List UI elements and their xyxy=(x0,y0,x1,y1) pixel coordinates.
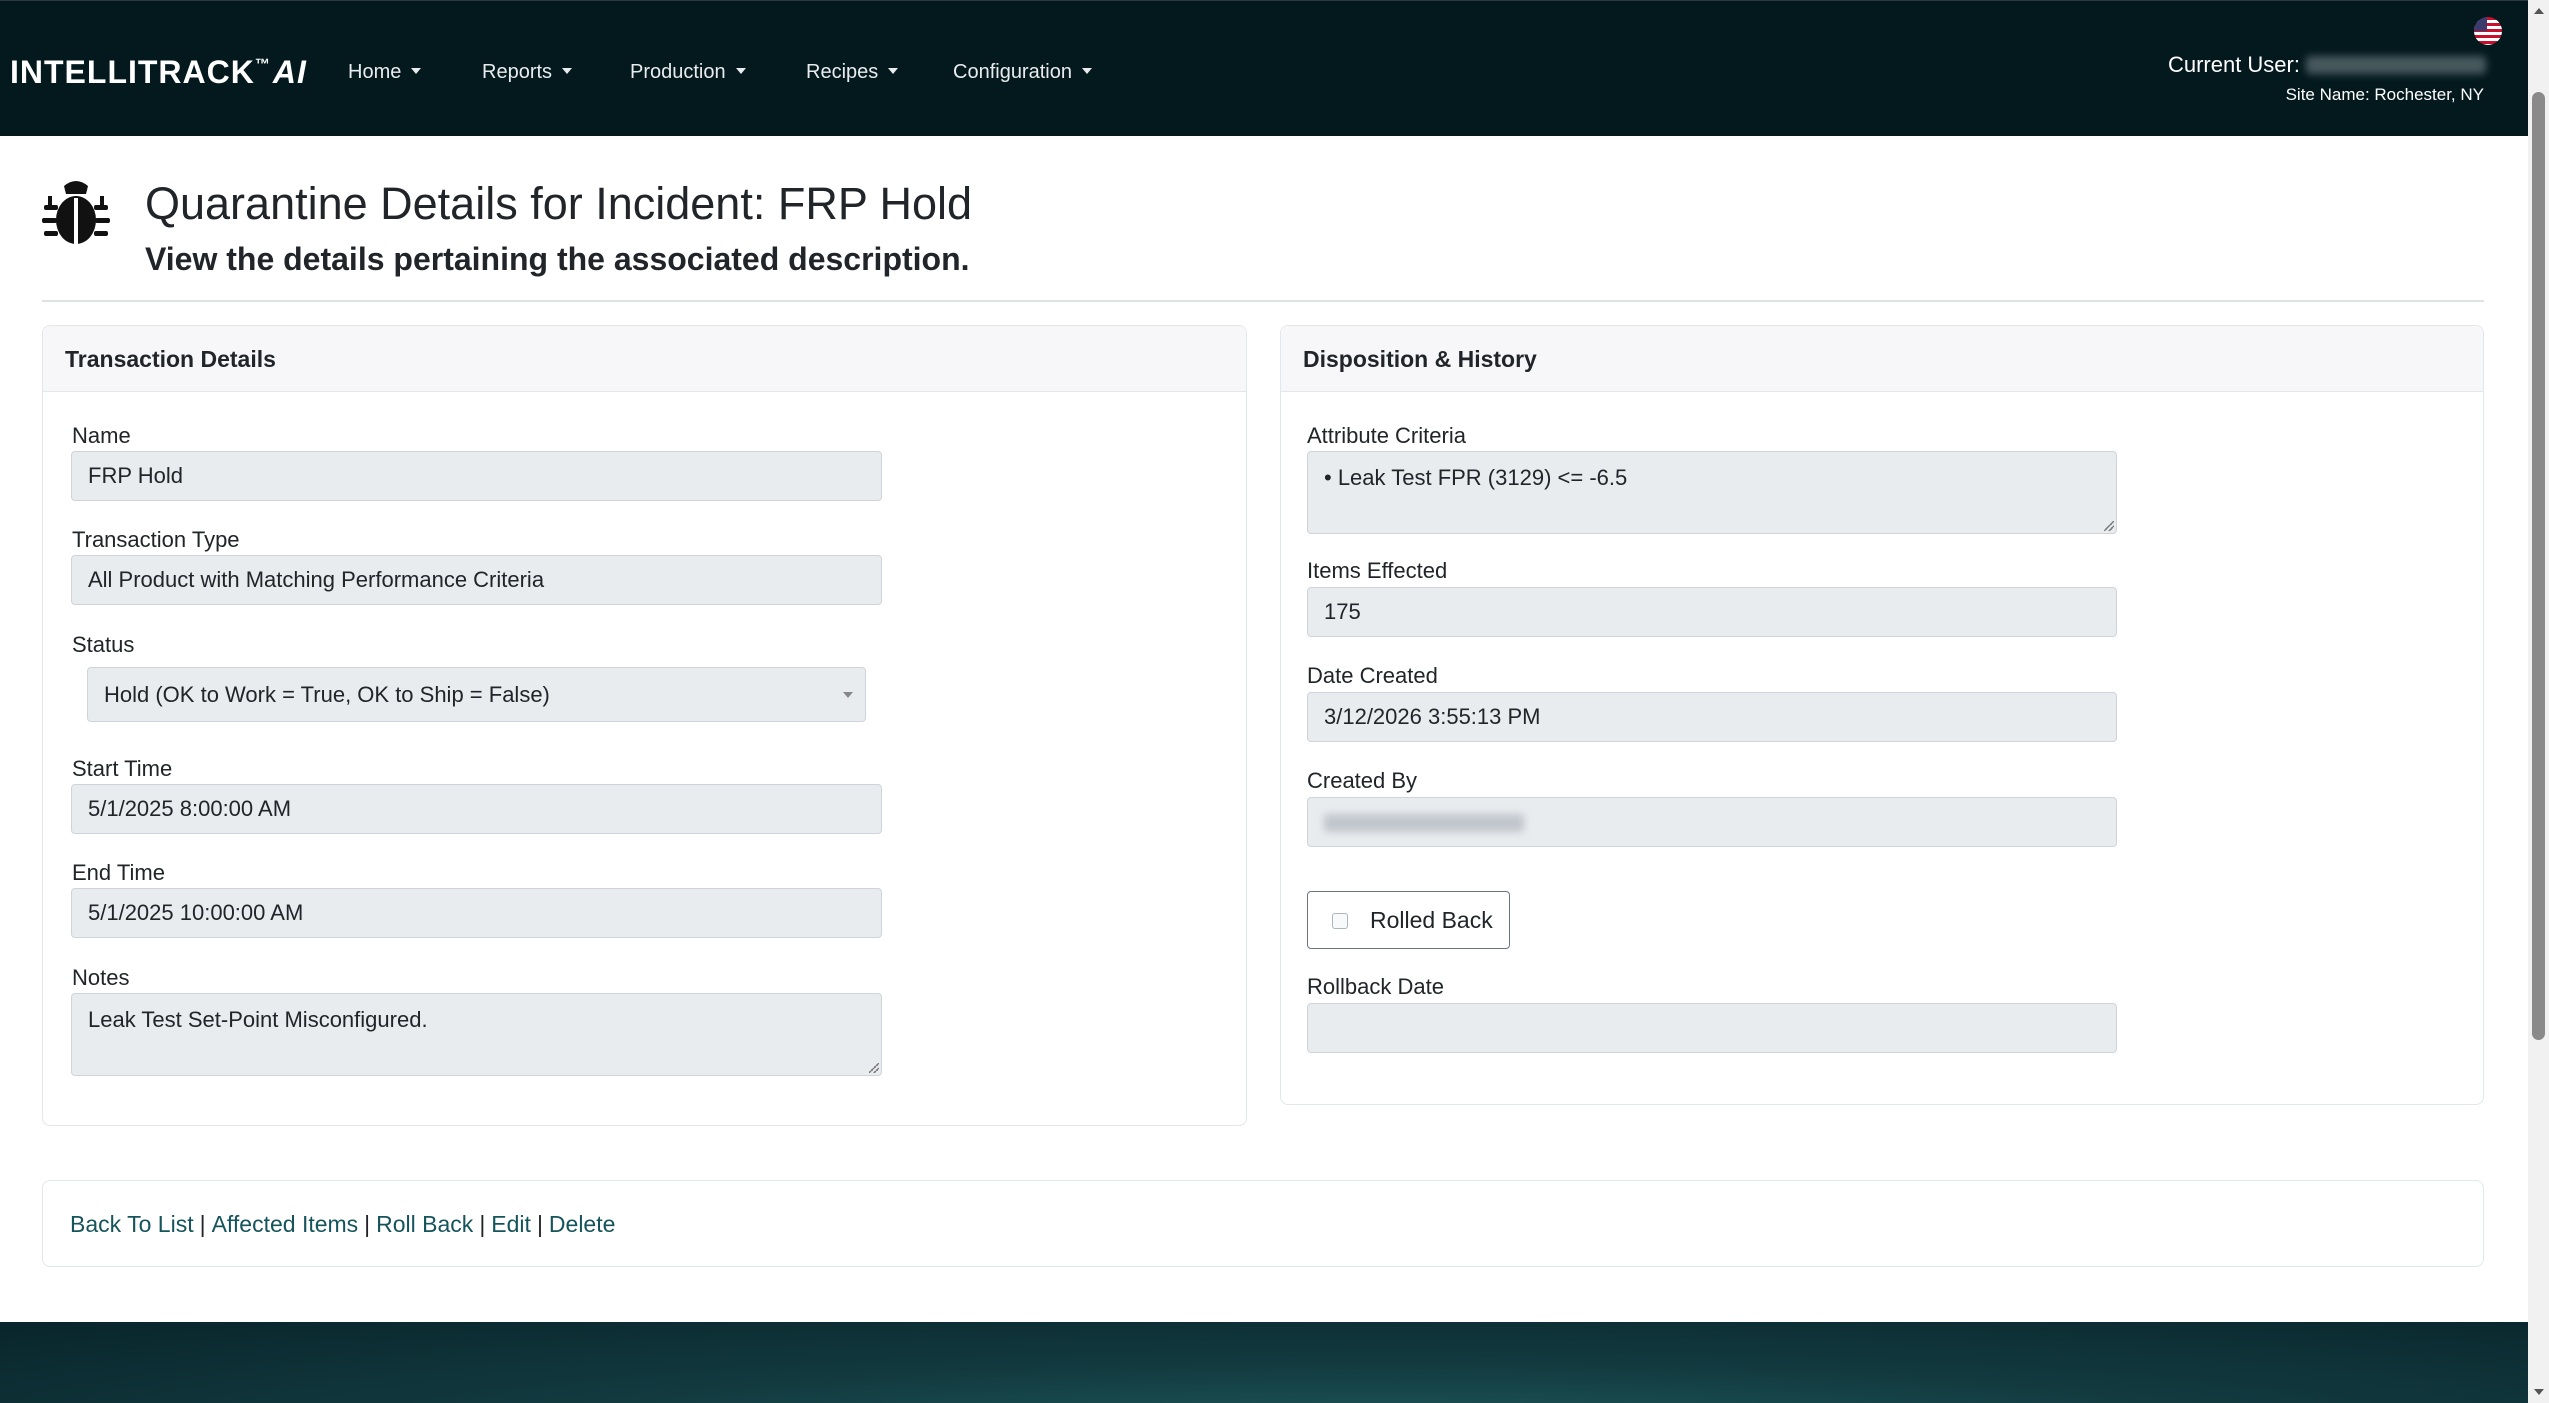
brand-ai: AI xyxy=(272,54,307,90)
caret-down-icon xyxy=(735,68,746,74)
transaction-details-card: Transaction Details Name FRP Hold Transa… xyxy=(42,325,1247,1126)
end-time-label: End Time xyxy=(72,860,165,885)
link-separator: | xyxy=(364,1211,371,1237)
nav-production-label: Production xyxy=(630,61,726,83)
rollback-date-field[interactable] xyxy=(1307,1003,2117,1053)
date-created-field[interactable]: 3/12/2026 3:55:13 PM xyxy=(1307,692,2117,742)
items-effected-label: Items Effected xyxy=(1307,558,1448,583)
disposition-history-card: Disposition & History Attribute Criteria… xyxy=(1280,325,2484,1105)
scroll-thumb[interactable] xyxy=(2532,92,2545,1040)
brand-name: INTELLITRACK xyxy=(10,54,255,90)
created-by-label: Created By xyxy=(1307,768,1418,793)
rolled-back-toggle[interactable]: Rolled Back xyxy=(1307,891,1510,949)
end-time-field[interactable]: 5/1/2025 10:00:00 AM xyxy=(71,888,882,938)
page-title: Quarantine Details for Incident: FRP Hol… xyxy=(145,178,973,229)
created-by-name-redacted xyxy=(1324,814,1524,832)
header-divider xyxy=(42,300,2484,302)
name-label: Name xyxy=(72,423,131,448)
nav-configuration-label: Configuration xyxy=(953,61,1072,83)
transaction-type-field[interactable]: All Product with Matching Performance Cr… xyxy=(71,555,882,605)
resize-grip-icon[interactable] xyxy=(869,1063,879,1073)
site-name: Site Name: Rochester, NY xyxy=(2285,85,2484,104)
current-user-name-redacted xyxy=(2306,56,2486,74)
page-footer xyxy=(0,1322,2528,1403)
notes-text: Leak Test Set-Point Misconfigured. xyxy=(88,1007,428,1032)
current-user: Current User: xyxy=(2168,52,2486,78)
roll-back-link[interactable]: Roll Back xyxy=(376,1211,473,1237)
attribute-criteria-label: Attribute Criteria xyxy=(1307,423,1466,448)
start-time-field[interactable]: 5/1/2025 8:00:00 AM xyxy=(71,784,882,834)
nav-reports[interactable]: Reports xyxy=(482,61,573,84)
delete-link[interactable]: Delete xyxy=(549,1211,615,1237)
status-selected-value: Hold (OK to Work = True, OK to Ship = Fa… xyxy=(104,682,550,707)
transaction-type-label: Transaction Type xyxy=(72,527,240,552)
nav-configuration[interactable]: Configuration xyxy=(953,61,1092,84)
attribute-criteria-textarea[interactable]: • Leak Test FPR (3129) <= -6.5 xyxy=(1307,451,2117,534)
chevron-down-icon xyxy=(843,692,853,698)
caret-down-icon xyxy=(888,68,899,74)
transaction-details-header: Transaction Details xyxy=(43,326,1246,392)
brand-trademark: ™ xyxy=(254,56,271,73)
nav-recipes[interactable]: Recipes xyxy=(806,61,899,84)
link-separator: | xyxy=(199,1211,206,1237)
status-label: Status xyxy=(72,632,135,657)
notes-textarea[interactable]: Leak Test Set-Point Misconfigured. xyxy=(71,993,882,1076)
top-navbar: INTELLITRACK™AI Home Reports Production … xyxy=(0,0,2528,136)
link-separator: | xyxy=(536,1211,543,1237)
name-field[interactable]: FRP Hold xyxy=(71,451,882,501)
items-effected-field[interactable]: 175 xyxy=(1307,587,2117,637)
brand-logo[interactable]: INTELLITRACK™AI xyxy=(10,54,307,91)
page-subtitle: View the details pertaining the associat… xyxy=(145,241,970,277)
status-select[interactable]: Hold (OK to Work = True, OK to Ship = Fa… xyxy=(87,667,866,722)
date-created-label: Date Created xyxy=(1307,663,1438,688)
caret-down-icon xyxy=(1081,68,1092,74)
notes-label: Notes xyxy=(72,965,130,990)
nav-production[interactable]: Production xyxy=(630,61,746,84)
scroll-up-arrow-icon[interactable] xyxy=(2534,8,2544,14)
affected-items-link[interactable]: Affected Items xyxy=(212,1211,359,1237)
rolled-back-label: Rolled Back xyxy=(1370,907,1493,933)
back-to-list-link[interactable]: Back To List xyxy=(70,1211,194,1237)
caret-down-icon xyxy=(562,68,573,74)
link-separator: | xyxy=(479,1211,486,1237)
bug-icon xyxy=(42,181,110,244)
action-links: Back To List | Affected Items | Roll Back | Ed… xyxy=(70,1211,615,1238)
disposition-history-header: Disposition & History xyxy=(1281,326,2483,392)
scroll-down-arrow-icon[interactable] xyxy=(2534,1389,2544,1395)
us-flag-icon[interactable] xyxy=(2474,17,2502,45)
caret-down-icon xyxy=(411,68,422,74)
start-time-label: Start Time xyxy=(72,756,173,781)
rolled-back-checkbox[interactable] xyxy=(1332,913,1348,929)
created-by-field[interactable] xyxy=(1307,797,2117,847)
nav-home[interactable]: Home xyxy=(348,61,422,84)
attribute-criteria-text: • Leak Test FPR (3129) <= -6.5 xyxy=(1324,465,1628,490)
page-scrollbar[interactable] xyxy=(2528,0,2549,1403)
rollback-date-label: Rollback Date xyxy=(1307,974,1444,999)
current-user-label: Current User: xyxy=(2167,52,2300,77)
resize-grip-icon[interactable] xyxy=(2104,521,2114,531)
edit-link[interactable]: Edit xyxy=(491,1211,531,1237)
nav-reports-label: Reports xyxy=(482,61,553,83)
nav-home-label: Home xyxy=(348,61,402,83)
nav-recipes-label: Recipes xyxy=(806,61,879,83)
